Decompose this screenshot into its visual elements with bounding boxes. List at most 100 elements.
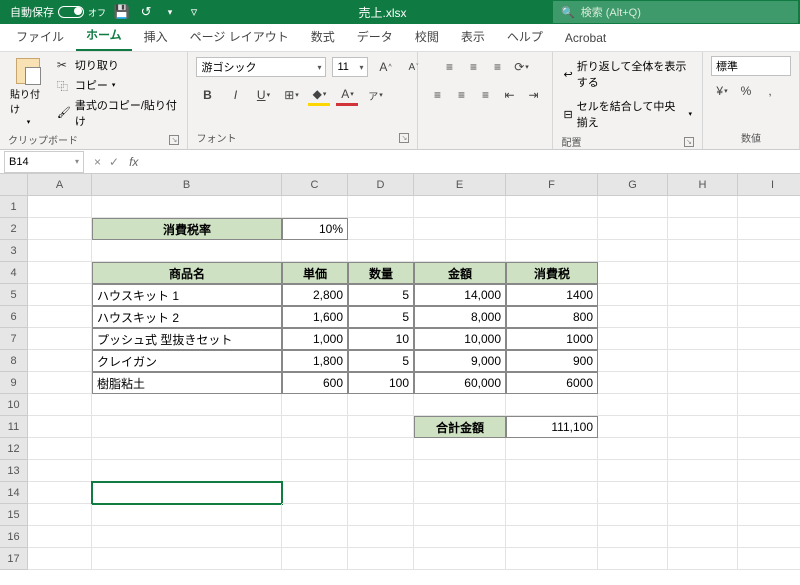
cell-H4[interactable] (668, 262, 738, 284)
merge-center-button[interactable]: ⊟セルを結合して中央揃え▾ (561, 96, 694, 132)
cell-E13[interactable] (414, 460, 506, 482)
enter-icon[interactable]: ✓ (109, 155, 119, 169)
redo-icon[interactable]: ▾ (162, 4, 178, 20)
cell-E3[interactable] (414, 240, 506, 262)
col-header-A[interactable]: A (28, 174, 92, 196)
cell-D8[interactable]: 5 (348, 350, 414, 372)
cell-A6[interactable] (28, 306, 92, 328)
cell-A13[interactable] (28, 460, 92, 482)
cell-F14[interactable] (506, 482, 598, 504)
tab-data[interactable]: データ (347, 24, 403, 51)
row-header-7[interactable]: 7 (0, 328, 28, 350)
cell-D4[interactable]: 数量 (348, 262, 414, 284)
cell-H9[interactable] (668, 372, 738, 394)
align-center-button[interactable]: ≡ (450, 84, 472, 106)
cancel-icon[interactable]: × (94, 155, 101, 169)
cell-B1[interactable] (92, 196, 282, 218)
cell-H5[interactable] (668, 284, 738, 306)
cell-E12[interactable] (414, 438, 506, 460)
cell-G9[interactable] (598, 372, 668, 394)
border-button[interactable]: ⊞▾ (280, 84, 302, 106)
cell-D7[interactable]: 10 (348, 328, 414, 350)
cell-C11[interactable] (282, 416, 348, 438)
cell-C17[interactable] (282, 548, 348, 570)
cell-I10[interactable] (738, 394, 800, 416)
cell-F10[interactable] (506, 394, 598, 416)
cell-A4[interactable] (28, 262, 92, 284)
cell-E5[interactable]: 14,000 (414, 284, 506, 306)
italic-button[interactable]: I (224, 84, 246, 106)
cell-H11[interactable] (668, 416, 738, 438)
cell-A15[interactable] (28, 504, 92, 526)
cell-H10[interactable] (668, 394, 738, 416)
bold-button[interactable]: B (196, 84, 218, 106)
cell-B16[interactable] (92, 526, 282, 548)
row-header-2[interactable]: 2 (0, 218, 28, 240)
select-all-corner[interactable] (0, 174, 28, 196)
cell-H17[interactable] (668, 548, 738, 570)
tab-insert[interactable]: 挿入 (134, 24, 178, 51)
cell-F11[interactable]: 111,100 (506, 416, 598, 438)
row-header-13[interactable]: 13 (0, 460, 28, 482)
format-painter-button[interactable]: 書式のコピー/貼り付け (55, 96, 180, 130)
fx-icon[interactable]: fx (125, 155, 142, 169)
cell-C15[interactable] (282, 504, 348, 526)
row-header-6[interactable]: 6 (0, 306, 28, 328)
fill-color-button[interactable]: ◆▾ (308, 84, 330, 106)
underline-button[interactable]: U▾ (252, 84, 274, 106)
col-header-I[interactable]: I (738, 174, 800, 196)
cell-I2[interactable] (738, 218, 800, 240)
cell-B15[interactable] (92, 504, 282, 526)
cell-A8[interactable] (28, 350, 92, 372)
font-color-button[interactable]: A▾ (336, 84, 358, 106)
cell-C13[interactable] (282, 460, 348, 482)
number-format-dropdown[interactable]: 標準 (711, 56, 791, 76)
cell-E14[interactable] (414, 482, 506, 504)
cell-A17[interactable] (28, 548, 92, 570)
paste-button[interactable]: 貼り付け ▾ (8, 56, 49, 128)
cell-B4[interactable]: 商品名 (92, 262, 282, 284)
cell-G6[interactable] (598, 306, 668, 328)
cell-C9[interactable]: 600 (282, 372, 348, 394)
cell-B13[interactable] (92, 460, 282, 482)
cell-B17[interactable] (92, 548, 282, 570)
cell-D5[interactable]: 5 (348, 284, 414, 306)
row-header-16[interactable]: 16 (0, 526, 28, 548)
cell-G5[interactable] (598, 284, 668, 306)
cell-D11[interactable] (348, 416, 414, 438)
cell-D2[interactable] (348, 218, 414, 240)
col-header-B[interactable]: B (92, 174, 282, 196)
cut-button[interactable]: 切り取り (55, 56, 180, 74)
cell-A1[interactable] (28, 196, 92, 218)
cell-B5[interactable]: ハウスキット 1 (92, 284, 282, 306)
cell-I15[interactable] (738, 504, 800, 526)
comma-button[interactable]: , (759, 80, 781, 102)
cell-F9[interactable]: 6000 (506, 372, 598, 394)
cell-I6[interactable] (738, 306, 800, 328)
align-middle-button[interactable]: ≡ (462, 56, 484, 78)
cell-I8[interactable] (738, 350, 800, 372)
cell-B9[interactable]: 樹脂粘土 (92, 372, 282, 394)
cell-A3[interactable] (28, 240, 92, 262)
cell-D12[interactable] (348, 438, 414, 460)
cell-C2[interactable]: 10% (282, 218, 348, 240)
cell-D15[interactable] (348, 504, 414, 526)
cell-F1[interactable] (506, 196, 598, 218)
cell-I7[interactable] (738, 328, 800, 350)
cell-C12[interactable] (282, 438, 348, 460)
cell-C6[interactable]: 1,600 (282, 306, 348, 328)
tab-home[interactable]: ホーム (76, 22, 132, 51)
cell-B6[interactable]: ハウスキット 2 (92, 306, 282, 328)
save-icon[interactable]: 💾 (114, 4, 130, 20)
cell-C8[interactable]: 1,800 (282, 350, 348, 372)
cell-G15[interactable] (598, 504, 668, 526)
search-box[interactable]: 🔍 検索 (Alt+Q) (553, 1, 798, 23)
cell-G3[interactable] (598, 240, 668, 262)
cell-F16[interactable] (506, 526, 598, 548)
col-header-H[interactable]: H (668, 174, 738, 196)
cell-H3[interactable] (668, 240, 738, 262)
cell-F13[interactable] (506, 460, 598, 482)
cell-I3[interactable] (738, 240, 800, 262)
row-header-11[interactable]: 11 (0, 416, 28, 438)
cell-B11[interactable] (92, 416, 282, 438)
